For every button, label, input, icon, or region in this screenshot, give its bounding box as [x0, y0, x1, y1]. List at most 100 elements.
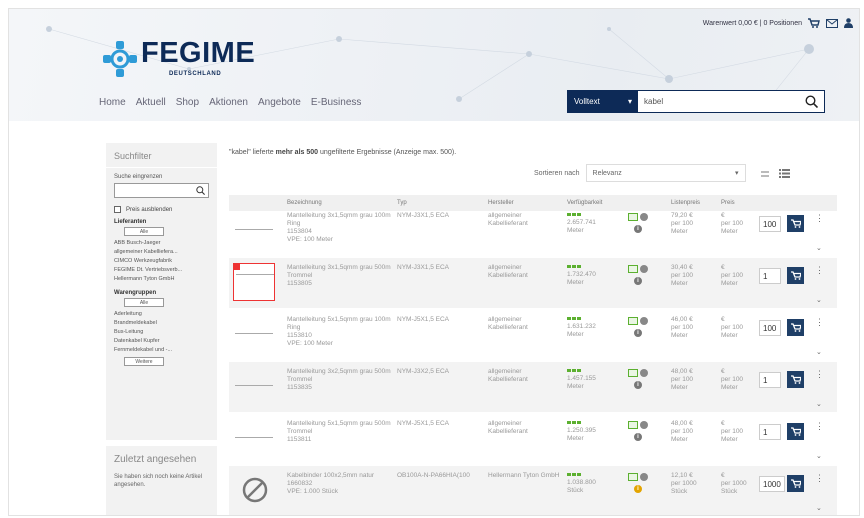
groups-all-button[interactable]: Alle [124, 298, 164, 307]
supplier-item[interactable]: ABB Busch-Jaeger [114, 239, 209, 248]
nav-home[interactable]: Home [99, 97, 126, 108]
more-options-icon[interactable]: ⋮ [815, 422, 824, 431]
product-image[interactable] [233, 315, 275, 353]
chevron-down-icon[interactable]: ⌄ [816, 348, 822, 356]
nav-aktionen[interactable]: Aktionen [209, 97, 248, 108]
sort-order-icon[interactable] [761, 170, 769, 178]
add-to-cart-button[interactable] [787, 267, 804, 284]
product-image[interactable] [233, 367, 275, 405]
more-options-icon[interactable]: ⋮ [815, 214, 824, 223]
suppliers-all-button[interactable]: Alle [124, 227, 164, 236]
info-icon[interactable]: i [634, 485, 642, 493]
add-to-cart-button[interactable] [787, 215, 804, 232]
quantity-input[interactable]: 1000 [759, 476, 785, 492]
product-name[interactable]: Kabelbinder 100x2,5mm natur [287, 472, 392, 480]
product-info[interactable]: Mantelleitung 3x1,5qmm grau 100m Ring 115… [287, 212, 392, 244]
nav-ebusiness[interactable]: E-Business [311, 97, 362, 108]
chevron-down-icon[interactable]: ⌄ [816, 296, 822, 304]
list-view-icon[interactable] [779, 169, 790, 178]
main-nav: Home Aktuell Shop Aktionen Angebote E-Bu… [99, 97, 361, 108]
sort-select[interactable]: Relevanz ▾ [585, 164, 746, 182]
chevron-down-icon[interactable]: ⌄ [816, 400, 822, 408]
product-type: NYM-J5X1,5 ECA [397, 420, 450, 427]
add-to-cart-button[interactable] [787, 423, 804, 440]
product-info[interactable]: Kabelbinder 100x2,5mm natur 1660832 VPE: 1… [287, 472, 392, 496]
product-name[interactable]: Mantelleitung 5x1,5qmm grau 500m Trommel [287, 420, 392, 436]
product-image[interactable] [233, 263, 275, 301]
table-row[interactable]: Kabelbinder 100x2,5mm natur 1660832 VPE: 1… [229, 466, 837, 515]
availability: 1.250.395 Meter [567, 419, 596, 443]
narrow-search-input[interactable] [114, 183, 209, 198]
group-item[interactable]: Bus-Leitung [114, 328, 209, 337]
quantity-input[interactable]: 1 [759, 268, 781, 284]
net-price-unit: Meter [721, 228, 738, 235]
product-name[interactable]: Mantelleitung 5x1,5qmm grau 100m Ring [287, 316, 392, 332]
quantity-input[interactable]: 100 [759, 216, 781, 232]
add-to-cart-button[interactable] [787, 319, 804, 336]
product-info[interactable]: Mantelleitung 3x1,5qmm grau 500m Trommel… [287, 264, 392, 288]
table-row[interactable]: Mantelleitung 3x1,5qmm grau 100m Ring 115… [229, 206, 837, 256]
table-row[interactable]: Mantelleitung 5x1,5qmm grau 100m Ring 115… [229, 310, 837, 360]
add-to-cart-button[interactable] [787, 475, 804, 492]
mail-icon[interactable] [826, 18, 838, 28]
recent-title: Zuletzt angesehen [114, 454, 197, 465]
product-image[interactable] [233, 471, 275, 509]
list-price-value: 48,00 € [671, 368, 693, 375]
info-icon[interactable]: i [634, 381, 642, 389]
table-row[interactable]: Mantelleitung 3x2,5qmm grau 500m Trommel… [229, 362, 837, 412]
info-icon[interactable]: i [634, 225, 642, 233]
supplier-item[interactable]: allgemeiner Kabellieferа... [114, 248, 209, 257]
product-info[interactable]: Mantelleitung 5x1,5qmm grau 500m Trommel… [287, 420, 392, 444]
chevron-down-icon[interactable]: ⌄ [816, 452, 822, 460]
supplier-item[interactable]: Hellermann Tyton GmbH [114, 275, 209, 284]
nav-angebote[interactable]: Angebote [258, 97, 301, 108]
product-name[interactable]: Mantelleitung 3x1,5qmm grau 100m Ring [287, 212, 392, 228]
group-item[interactable]: Datenkabel Kupfer [114, 337, 209, 346]
search-mode-select[interactable]: Volltext ▾ [568, 91, 638, 112]
quantity-input[interactable]: 100 [759, 320, 781, 336]
more-button[interactable]: Weitere [124, 357, 164, 366]
hide-prices-checkbox[interactable]: Preis ausblenden [114, 206, 209, 213]
nav-shop[interactable]: Shop [176, 97, 199, 108]
list-price: 46,00 € per 100 Meter [671, 316, 715, 340]
product-image[interactable] [233, 211, 275, 249]
info-icon[interactable]: i [634, 277, 642, 285]
table-row[interactable]: Mantelleitung 3x1,5qmm grau 500m Trommel… [229, 258, 837, 308]
quantity-input[interactable]: 1 [759, 424, 781, 440]
more-options-icon[interactable]: ⋮ [815, 474, 824, 483]
product-name[interactable]: Mantelleitung 3x2,5qmm grau 500m Trommel [287, 368, 392, 384]
cart-summary[interactable]: Warenwert 0,00 € | 0 Positionen [703, 20, 802, 27]
more-options-icon[interactable]: ⋮ [815, 370, 824, 379]
info-icon[interactable]: i [634, 329, 642, 337]
group-item[interactable]: Aderleitung [114, 310, 209, 319]
product-name[interactable]: Mantelleitung 3x1,5qmm grau 500m Trommel [287, 264, 392, 280]
net-price-per: per 100 [721, 428, 744, 435]
net-price-per: per 100 [721, 324, 744, 331]
search-button[interactable] [798, 91, 824, 112]
nav-aktuell[interactable]: Aktuell [136, 97, 166, 108]
more-options-icon[interactable]: ⋮ [815, 266, 824, 275]
info-icon[interactable]: i [634, 433, 642, 441]
group-item[interactable]: Brandmeldekabel [114, 319, 209, 328]
chevron-down-icon[interactable]: ⌄ [816, 504, 822, 512]
more-options-icon[interactable]: ⋮ [815, 318, 824, 327]
supplier-item[interactable]: FEGIME Dt. Vertriebsverb... [114, 266, 209, 275]
list-price-value: 79,20 € [671, 212, 693, 219]
product-image[interactable] [233, 419, 275, 457]
stock-unit: Meter [567, 383, 584, 390]
chevron-down-icon[interactable]: ⌄ [816, 244, 822, 252]
group-item[interactable]: Fernmeldekabel und -... [114, 346, 209, 355]
table-row[interactable]: Mantelleitung 5x1,5qmm grau 500m Trommel… [229, 414, 837, 464]
search-input[interactable] [638, 91, 798, 112]
quantity-input[interactable]: 1 [759, 372, 781, 388]
cart-icon [790, 427, 801, 436]
checkbox-box[interactable] [114, 206, 121, 213]
user-icon[interactable] [844, 18, 853, 28]
product-info[interactable]: Mantelleitung 3x2,5qmm grau 500m Trommel… [287, 368, 392, 392]
product-info[interactable]: Mantelleitung 5x1,5qmm grau 100m Ring 115… [287, 316, 392, 348]
fegime-logo[interactable]: FEGIME DEUTSCHLAND [101, 35, 261, 85]
supplier-item[interactable]: CIMCO Werkzeugfabrik [114, 257, 209, 266]
cart-icon [790, 271, 801, 280]
cart-icon[interactable] [808, 18, 820, 28]
add-to-cart-button[interactable] [787, 371, 804, 388]
